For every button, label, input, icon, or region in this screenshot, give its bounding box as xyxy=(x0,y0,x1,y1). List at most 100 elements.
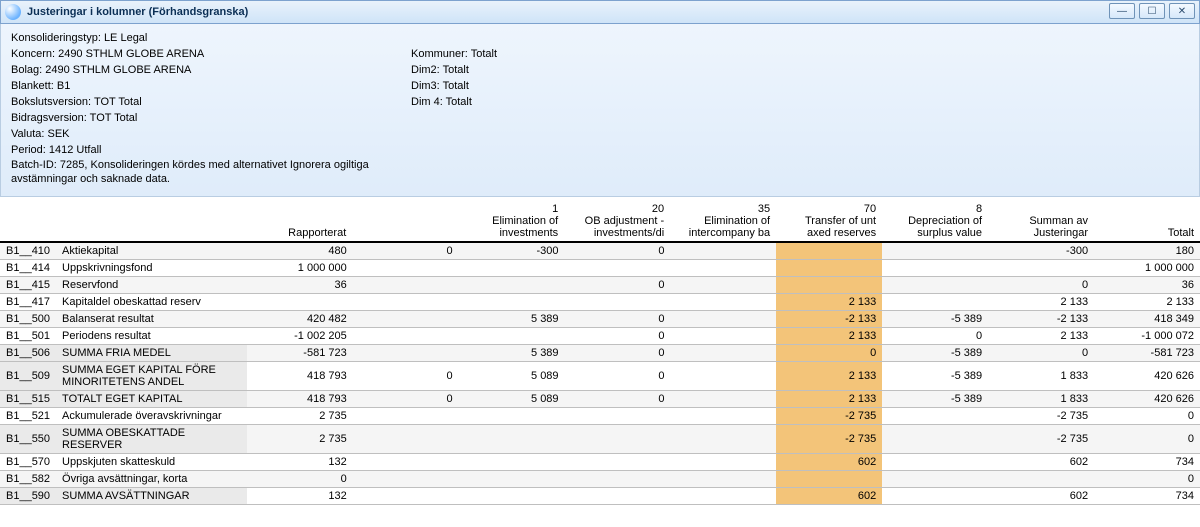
row-value[interactable]: 602 xyxy=(776,488,882,504)
table-row[interactable]: B1__501Periodens resultat-1 002 20502 13… xyxy=(0,328,1200,345)
col-8-header[interactable]: 8 Depreciation of surplus value xyxy=(882,197,988,241)
row-value[interactable] xyxy=(670,277,776,293)
row-value[interactable]: 1 833 xyxy=(988,362,1094,390)
row-value[interactable] xyxy=(353,425,459,453)
row-value[interactable] xyxy=(459,488,565,504)
row-value[interactable]: 734 xyxy=(1094,488,1200,504)
row-value[interactable] xyxy=(776,471,882,487)
row-value[interactable] xyxy=(353,488,459,504)
row-value[interactable] xyxy=(670,362,776,390)
row-value[interactable] xyxy=(459,277,565,293)
row-value[interactable]: 0 xyxy=(565,328,671,344)
row-value[interactable]: -5 389 xyxy=(882,311,988,327)
row-value[interactable] xyxy=(882,471,988,487)
row-value[interactable] xyxy=(670,294,776,310)
row-value[interactable] xyxy=(670,260,776,276)
row-value[interactable] xyxy=(353,277,459,293)
row-value[interactable]: 5 089 xyxy=(459,362,565,390)
row-value[interactable]: -581 723 xyxy=(1094,345,1200,361)
row-value[interactable]: 1 000 000 xyxy=(1094,260,1200,276)
row-value[interactable]: 36 xyxy=(247,277,353,293)
row-value[interactable] xyxy=(670,243,776,259)
table-row[interactable]: B1__506SUMMA FRIA MEDEL-581 7235 38900-5… xyxy=(0,345,1200,362)
row-value[interactable]: 132 xyxy=(247,454,353,470)
row-value[interactable] xyxy=(670,425,776,453)
window-titlebar[interactable]: Justeringar i kolumner (Förhandsgranska)… xyxy=(0,0,1200,24)
row-value[interactable]: 5 089 xyxy=(459,391,565,407)
row-value[interactable] xyxy=(353,408,459,424)
row-value[interactable]: 36 xyxy=(1094,277,1200,293)
row-value[interactable] xyxy=(459,454,565,470)
data-grid[interactable]: Rapporterat 1 Elimination of investments… xyxy=(0,197,1200,505)
col-35-header[interactable]: 35 Elimination of intercompany ba xyxy=(670,197,776,241)
row-value[interactable] xyxy=(882,454,988,470)
row-value[interactable]: -5 389 xyxy=(882,362,988,390)
row-value[interactable]: -2 735 xyxy=(776,408,882,424)
row-value[interactable] xyxy=(670,454,776,470)
row-value[interactable]: -581 723 xyxy=(247,345,353,361)
table-row[interactable]: B1__410Aktiekapital4800-3000-300180 xyxy=(0,243,1200,260)
row-value[interactable] xyxy=(988,260,1094,276)
row-value[interactable]: 0 xyxy=(353,243,459,259)
row-value[interactable]: 5 389 xyxy=(459,345,565,361)
row-value[interactable]: 602 xyxy=(988,488,1094,504)
row-value[interactable]: 0 xyxy=(776,345,882,361)
row-value[interactable] xyxy=(353,454,459,470)
row-value[interactable] xyxy=(247,294,353,310)
row-value[interactable]: 480 xyxy=(247,243,353,259)
table-row[interactable]: B1__415Reservfond360036 xyxy=(0,277,1200,294)
row-value[interactable] xyxy=(565,425,671,453)
maximize-button[interactable]: ☐ xyxy=(1139,3,1165,19)
table-row[interactable]: B1__500Balanserat resultat420 4825 3890-… xyxy=(0,311,1200,328)
row-value[interactable] xyxy=(459,425,565,453)
row-value[interactable]: 418 793 xyxy=(247,391,353,407)
row-value[interactable]: 420 482 xyxy=(247,311,353,327)
row-value[interactable]: -300 xyxy=(459,243,565,259)
row-value[interactable]: 420 626 xyxy=(1094,391,1200,407)
row-value[interactable] xyxy=(353,260,459,276)
row-value[interactable]: 0 xyxy=(988,277,1094,293)
col-70-header[interactable]: 70 Transfer of unt axed reserves xyxy=(776,197,882,241)
row-value[interactable]: 0 xyxy=(1094,471,1200,487)
row-value[interactable] xyxy=(565,454,671,470)
row-value[interactable] xyxy=(670,328,776,344)
row-value[interactable] xyxy=(353,471,459,487)
row-value[interactable] xyxy=(670,488,776,504)
row-value[interactable] xyxy=(882,243,988,259)
row-value[interactable]: 418 793 xyxy=(247,362,353,390)
row-value[interactable]: 0 xyxy=(565,345,671,361)
row-value[interactable]: 2 133 xyxy=(776,391,882,407)
row-value[interactable]: 0 xyxy=(565,277,671,293)
row-value[interactable]: 0 xyxy=(565,362,671,390)
table-row[interactable]: B1__417Kapitaldel obeskattad reserv2 133… xyxy=(0,294,1200,311)
row-value[interactable] xyxy=(882,277,988,293)
col-desc-header[interactable] xyxy=(55,197,246,241)
row-value[interactable] xyxy=(882,408,988,424)
row-value[interactable]: -2 735 xyxy=(988,408,1094,424)
row-value[interactable]: -2 735 xyxy=(776,425,882,453)
row-value[interactable]: 2 133 xyxy=(988,294,1094,310)
row-value[interactable]: 734 xyxy=(1094,454,1200,470)
row-value[interactable]: 2 133 xyxy=(776,328,882,344)
row-value[interactable]: 0 xyxy=(247,471,353,487)
close-button[interactable]: ✕ xyxy=(1169,3,1195,19)
row-value[interactable]: 0 xyxy=(565,391,671,407)
row-value[interactable] xyxy=(882,260,988,276)
row-value[interactable] xyxy=(988,471,1094,487)
row-value[interactable]: 602 xyxy=(988,454,1094,470)
col-1-header[interactable]: 1 Elimination of investments xyxy=(458,197,564,241)
row-value[interactable] xyxy=(459,328,565,344)
row-value[interactable]: -2 133 xyxy=(776,311,882,327)
row-value[interactable]: 2 133 xyxy=(988,328,1094,344)
col-code-header[interactable] xyxy=(0,197,55,241)
row-value[interactable] xyxy=(565,294,671,310)
table-row[interactable]: B1__582Övriga avsättningar, korta00 xyxy=(0,471,1200,488)
table-row[interactable]: B1__414Uppskrivningsfond1 000 0001 000 0… xyxy=(0,260,1200,277)
table-row[interactable]: B1__509SUMMA EGET KAPITAL FÖRE MINORITET… xyxy=(0,362,1200,391)
row-value[interactable]: 2 133 xyxy=(776,362,882,390)
row-value[interactable] xyxy=(353,311,459,327)
row-value[interactable] xyxy=(353,345,459,361)
row-value[interactable] xyxy=(459,408,565,424)
row-value[interactable] xyxy=(565,471,671,487)
row-value[interactable] xyxy=(670,471,776,487)
